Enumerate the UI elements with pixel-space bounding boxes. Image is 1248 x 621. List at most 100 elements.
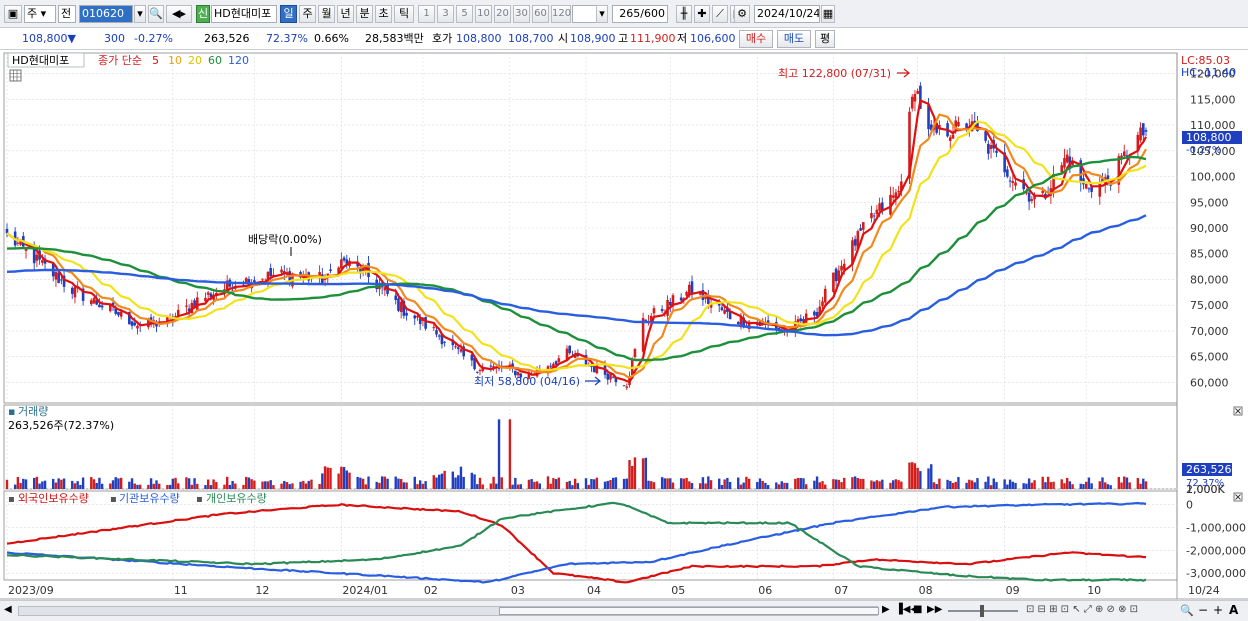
- calendar-icon[interactable]: ▦: [821, 5, 835, 23]
- zoom-out-icon[interactable]: −: [1198, 603, 1208, 617]
- period-select[interactable]: 주 ▾: [24, 5, 56, 23]
- count-field[interactable]: 265/600: [612, 5, 668, 23]
- volume-bar: [318, 483, 321, 489]
- volume-bar: [234, 483, 237, 489]
- gear-icon[interactable]: ⚙: [734, 5, 750, 23]
- volume-close-icon[interactable]: [1233, 406, 1243, 416]
- date-tick: 06: [758, 584, 772, 597]
- zoom-in-icon[interactable]: +: [1213, 603, 1223, 617]
- volume-bar: [16, 476, 20, 489]
- candle-body: [989, 145, 993, 149]
- volume-bar: [418, 480, 422, 489]
- candle-body: [454, 346, 457, 348]
- play-icon[interactable]: ▶▶: [927, 604, 942, 615]
- tab-day[interactable]: 일: [280, 5, 297, 23]
- chart-scrollbar[interactable]: ◀ ▶ ▐◀◀ ■ ▶▶ ⊡ ⊟ ⊞ ⊡ ↖ ⤢ ⊕ ⊘ ⊗ ⊡ 🔍 − + A: [0, 600, 1248, 621]
- legend-ma120: 120: [228, 54, 249, 67]
- tab-year[interactable]: 년: [337, 5, 354, 23]
- legend-close-label: 종가 단순: [98, 54, 142, 67]
- candle-body: [133, 322, 137, 326]
- volume-bar: [718, 478, 721, 489]
- candle-body: [916, 90, 919, 94]
- interval-20[interactable]: 20: [494, 5, 511, 23]
- volume-bar: [1079, 483, 1082, 489]
- scroll-left-icon[interactable]: ◀: [4, 604, 12, 615]
- count-value: 265: [619, 7, 641, 20]
- zoom-slider-handle[interactable]: [980, 605, 984, 617]
- holding-close-icon[interactable]: [1233, 492, 1243, 502]
- interval-30[interactable]: 30: [513, 5, 530, 23]
- tab-second[interactable]: 초: [375, 5, 392, 23]
- interval-10[interactable]: 10: [475, 5, 492, 23]
- volume-bar: [451, 471, 455, 489]
- code-input[interactable]: 010620: [79, 5, 133, 23]
- volume-bar: [508, 419, 512, 489]
- scroll-thumb[interactable]: [499, 607, 879, 615]
- tools-icons[interactable]: ⊡ ⊟ ⊞ ⊡ ↖ ⤢ ⊕ ⊘ ⊗ ⊡: [1026, 604, 1138, 615]
- low-label: 저: [677, 32, 688, 45]
- buy-button[interactable]: 매수: [739, 30, 773, 48]
- line-draw-icon[interactable]: ⟋: [712, 5, 728, 23]
- tab-week[interactable]: 주: [299, 5, 316, 23]
- interval-3[interactable]: 3: [437, 5, 454, 23]
- volume-bar: [679, 478, 683, 489]
- prev-button[interactable]: 전: [58, 5, 76, 23]
- table-icon[interactable]: [9, 69, 22, 82]
- candle-body: [73, 287, 77, 298]
- volume-bar: [761, 480, 764, 489]
- stop-icon[interactable]: ■: [913, 604, 922, 615]
- volume-bar: [954, 481, 957, 489]
- volume-bar: [592, 479, 596, 489]
- candle-body: [41, 260, 44, 263]
- stock-chart[interactable]: 120,000115,000110,000105,000100,00095,00…: [0, 50, 1248, 621]
- volume-bar: [987, 476, 990, 489]
- bid-label: 호가: [432, 32, 453, 45]
- volume-bar: [652, 482, 656, 489]
- volume-bar: [698, 483, 702, 489]
- tab-month[interactable]: 월: [318, 5, 335, 23]
- interval-1[interactable]: 1: [418, 5, 435, 23]
- date-input[interactable]: 2024/10/24: [754, 5, 820, 23]
- volume-bar: [22, 478, 25, 489]
- candle-body: [625, 386, 629, 388]
- scroll-right-icon[interactable]: ▶: [882, 604, 890, 615]
- volume-bar: [647, 480, 650, 489]
- candle-body: [834, 268, 838, 282]
- interval-dropdown-icon[interactable]: ▾: [596, 5, 608, 23]
- eval-button[interactable]: 평: [815, 30, 835, 48]
- window-icon[interactable]: ▣: [4, 5, 22, 23]
- volume-bar: [628, 460, 631, 489]
- volume-bar: [723, 479, 726, 489]
- volume-bar: [709, 480, 713, 489]
- tab-minute[interactable]: 분: [356, 5, 373, 23]
- volume-bar: [590, 478, 593, 489]
- volume-bar: [497, 419, 501, 489]
- volume-bar: [166, 484, 169, 489]
- volume-bar: [57, 478, 60, 489]
- speaker-icon[interactable]: ◀▸: [166, 5, 192, 23]
- volume-bar: [60, 479, 63, 489]
- volume-bar: [1104, 482, 1107, 489]
- font-size-icon[interactable]: A: [1229, 603, 1238, 617]
- candle-body: [832, 272, 835, 292]
- volume-bar: [32, 477, 36, 489]
- scroll-track[interactable]: [18, 606, 879, 616]
- code-dropdown-icon[interactable]: ▾: [134, 5, 146, 23]
- volume-bar: [546, 476, 550, 489]
- search-icon[interactable]: 🔍: [148, 5, 164, 23]
- volume-bar: [421, 483, 425, 489]
- volume-bar: [81, 477, 85, 489]
- interval-60[interactable]: 60: [532, 5, 549, 23]
- cross-icon[interactable]: ✚: [694, 5, 710, 23]
- volume-bar: [223, 484, 226, 489]
- stock-name-field[interactable]: HD현대미포: [211, 5, 277, 23]
- tab-tick[interactable]: 틱: [394, 5, 414, 23]
- bid-1: 108,800: [456, 32, 502, 45]
- volume-bar: [935, 483, 938, 489]
- interval-120[interactable]: 120: [551, 5, 571, 23]
- sell-button[interactable]: 매도: [777, 30, 811, 48]
- candle-icon[interactable]: ╫: [676, 5, 692, 23]
- zoom-search-icon[interactable]: 🔍: [1180, 604, 1194, 617]
- date-tick: 02: [424, 584, 438, 597]
- interval-5[interactable]: 5: [456, 5, 473, 23]
